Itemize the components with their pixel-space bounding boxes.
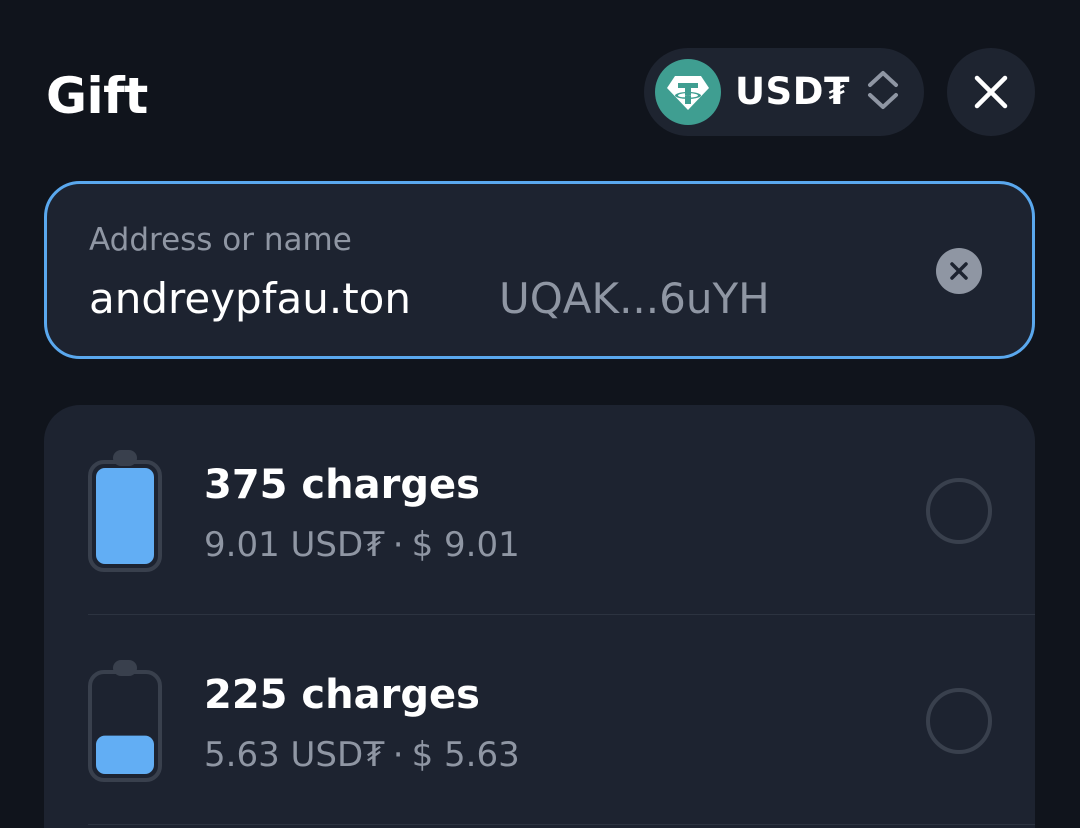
tether-icon — [655, 59, 721, 125]
chevron-up-down-icon — [866, 69, 900, 115]
address-label: Address or name — [89, 222, 352, 258]
clear-button[interactable] — [936, 248, 982, 294]
option-375-charges[interactable]: 375 charges 9.01 USD₮ · $ 9.01 — [44, 405, 1035, 615]
price-separator: · — [392, 735, 404, 775]
option-amount: 9.01 USD₮ — [204, 525, 385, 565]
battery-full-icon — [88, 450, 162, 572]
battery-partial-icon — [88, 660, 162, 782]
option-radio[interactable] — [926, 478, 992, 544]
battery-fill — [96, 468, 154, 564]
clear-icon — [950, 262, 968, 280]
price-separator: · — [392, 525, 404, 565]
option-price: 5.63 USD₮ · $ 5.63 — [204, 733, 520, 777]
option-title: 375 charges — [204, 462, 480, 508]
close-icon — [974, 75, 1008, 109]
address-value[interactable]: andreypfau.ton — [89, 276, 411, 322]
option-amount: 5.63 USD₮ — [204, 735, 385, 775]
currency-label: USD₮ — [735, 70, 851, 113]
option-fiat: $ 5.63 — [411, 735, 520, 775]
resolved-address: UQAK...6uYH — [499, 274, 770, 323]
charges-options-list: 375 charges 9.01 USD₮ · $ 9.01 225 charges… — [44, 405, 1035, 828]
option-title: 225 charges — [204, 672, 480, 718]
page-title: Gift — [46, 67, 148, 125]
currency-selector[interactable]: USD₮ — [644, 48, 924, 136]
gift-screen: Gift USD₮ Address or name andreypfau.ton — [0, 0, 1080, 828]
option-radio[interactable] — [926, 688, 992, 754]
option-fiat: $ 9.01 — [411, 525, 520, 565]
option-price: 9.01 USD₮ · $ 9.01 — [204, 523, 520, 567]
divider — [88, 824, 1035, 825]
address-input[interactable]: Address or name andreypfau.ton UQAK...6u… — [44, 181, 1035, 359]
battery-fill — [96, 735, 154, 774]
close-button[interactable] — [947, 48, 1035, 136]
option-225-charges[interactable]: 225 charges 5.63 USD₮ · $ 5.63 — [44, 615, 1035, 825]
